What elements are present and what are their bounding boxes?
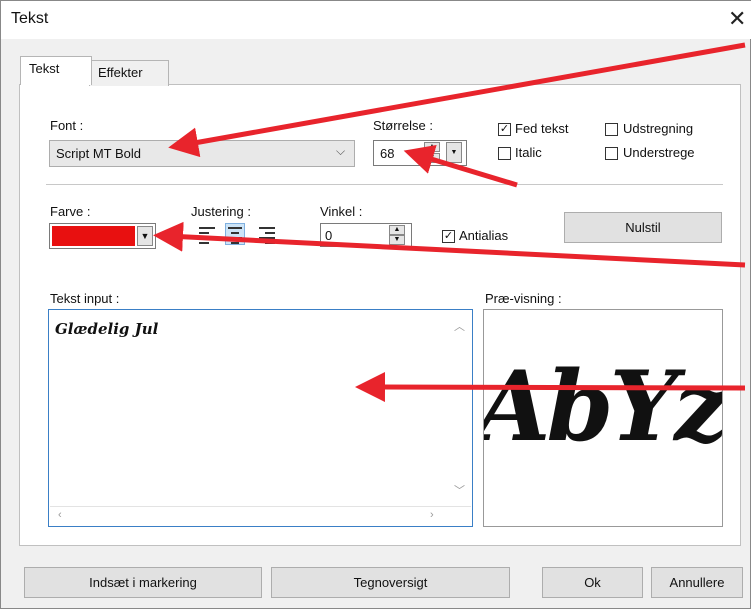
font-label: Font : <box>50 118 84 133</box>
color-label: Farve : <box>50 204 91 219</box>
align-right-icon[interactable] <box>257 224 277 246</box>
close-icon[interactable]: ✕ <box>728 6 746 32</box>
underline-checkbox[interactable] <box>605 147 618 160</box>
bold-checkbox[interactable]: ✓ <box>498 123 511 136</box>
size-value: 68 <box>380 146 395 161</box>
spin-down-icon[interactable]: ▼ <box>424 153 440 163</box>
align-center-icon[interactable] <box>225 223 245 245</box>
reset-button[interactable]: Nulstil <box>564 212 722 243</box>
scroll-left-icon[interactable]: ‹ <box>58 509 62 521</box>
bold-label: Fed tekst <box>515 121 569 136</box>
dialog-title: Tekst <box>11 10 49 27</box>
strikeout-checkbox[interactable] <box>605 123 618 136</box>
horizontal-scrollbar[interactable]: ‹ › <box>50 506 471 525</box>
preview-sample: AbYz <box>483 350 723 463</box>
scroll-right-icon[interactable]: › <box>430 509 434 521</box>
insert-selection-button[interactable]: Indsæt i markering <box>24 567 262 598</box>
cancel-button[interactable]: Annullere <box>651 567 743 598</box>
font-value: Script MT Bold <box>56 146 142 161</box>
size-dropdown-icon[interactable]: ▼ <box>446 142 462 163</box>
size-spinner[interactable]: 68 ▲ ▼ ▼ <box>373 140 467 166</box>
angle-value: 0 <box>325 228 333 243</box>
underline-label: Understrege <box>623 145 695 160</box>
antialias-checkbox[interactable]: ✓ <box>442 230 455 243</box>
text-input[interactable]: Glædelig Jul ︿ ﹀ ‹ › <box>48 309 473 527</box>
alignment-label: Justering : <box>191 204 251 219</box>
angle-spinner[interactable]: 0 ▲ ▼ <box>320 223 412 247</box>
chevron-down-icon: ⌵ <box>336 144 346 158</box>
antialias-label: Antialias <box>459 228 509 243</box>
preview-label: Præ-visning : <box>485 291 562 306</box>
spin-up-icon[interactable]: ▲ <box>389 225 405 235</box>
character-map-button[interactable]: Tegnoversigt <box>271 567 510 598</box>
tab-tekst[interactable]: Tekst <box>20 56 92 85</box>
spin-down-icon[interactable]: ▼ <box>389 235 405 245</box>
text-input-value: Glædelig Jul <box>55 320 159 338</box>
text-dialog: Tekst ✕ Tekst Effekter Font : Script MT … <box>0 0 751 609</box>
spin-up-icon[interactable]: ▲ <box>424 142 440 152</box>
color-dropdown-icon[interactable]: ▼ <box>137 226 153 246</box>
scroll-down-icon[interactable]: ﹀ <box>454 482 465 498</box>
align-left-icon[interactable] <box>197 224 217 246</box>
scroll-up-icon[interactable]: ︿ <box>454 318 465 334</box>
ok-button[interactable]: Ok <box>542 567 643 598</box>
italic-checkbox[interactable] <box>498 147 511 160</box>
angle-label: Vinkel : <box>320 204 363 219</box>
preview-box: AbYz <box>483 309 723 527</box>
divider <box>46 184 723 185</box>
italic-label: Italic <box>515 145 542 160</box>
tab-effekter[interactable]: Effekter <box>89 60 169 86</box>
font-select[interactable]: Script MT Bold ⌵ <box>49 140 355 167</box>
strikeout-label: Udstregning <box>623 121 694 136</box>
size-label: Størrelse : <box>373 118 433 133</box>
color-swatch[interactable] <box>52 226 135 246</box>
text-input-label: Tekst input : <box>50 291 120 306</box>
color-picker[interactable]: ▼ <box>49 223 156 249</box>
title-bar: Tekst ✕ <box>1 1 751 39</box>
